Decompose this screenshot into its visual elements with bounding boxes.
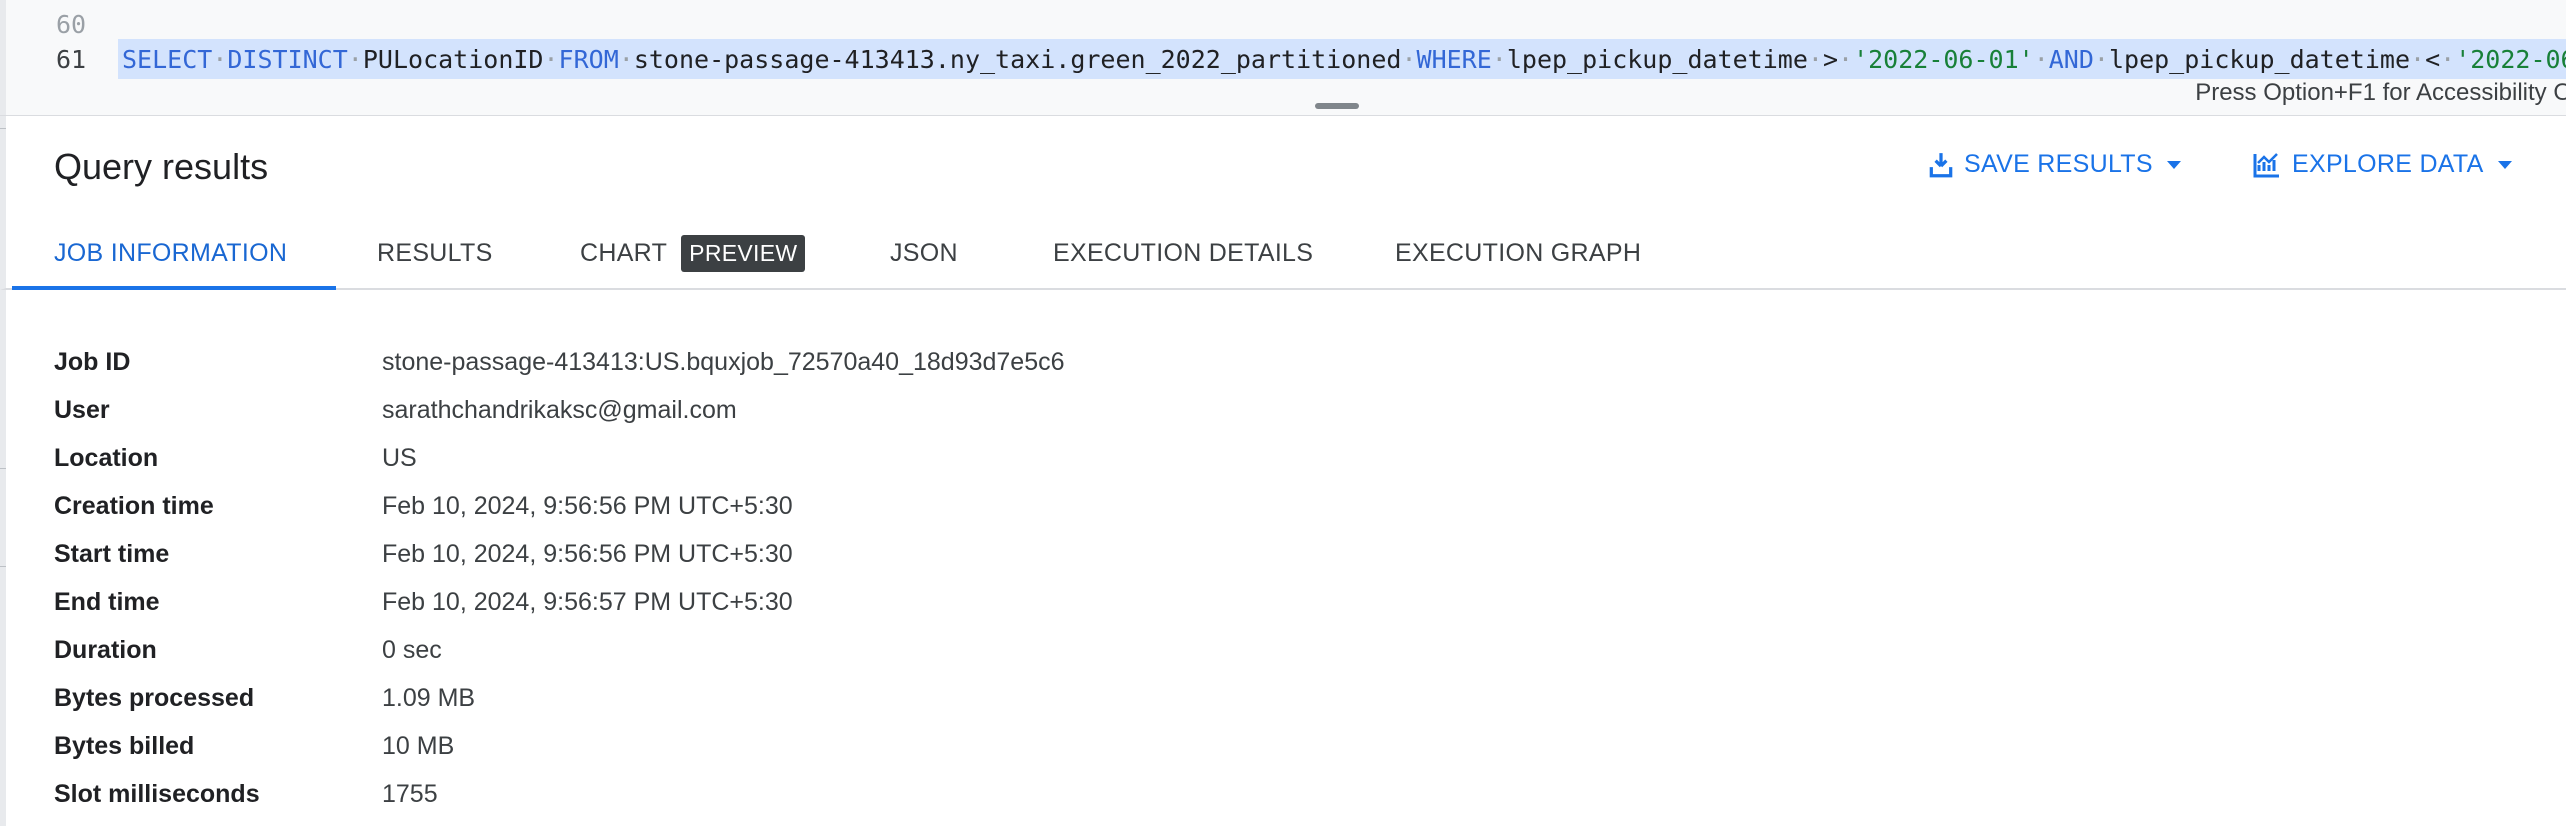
info-label: Location	[54, 443, 159, 472]
save-results-label: SAVE RESULTS	[1964, 150, 2153, 178]
tab-execution-details[interactable]: EXECUTION DETAILS	[1053, 216, 1313, 290]
sql-editor[interactable]: 60 61 SELECT · DISTINCT · PULocationID · FROM ·…	[0, 0, 2566, 115]
info-row-job-id: Job ID stone-passage-413413:US.bquxjob_7…	[54, 342, 1065, 382]
string-literal: '2022-06-30'	[2455, 44, 2566, 74]
operator: >	[1822, 44, 1838, 74]
selected-query-text[interactable]: SELECT · DISTINCT · PULocationID · FROM · stone-…	[118, 39, 2566, 79]
info-label: Duration	[54, 635, 157, 664]
query-results-header: Query results SAVE RESULTS EXPLORE DATA	[0, 116, 2566, 216]
job-information-panel: Job ID stone-passage-413413:US.bquxjob_7…	[0, 290, 2566, 826]
info-row-creation-time: Creation time Feb 10, 2024, 9:56:56 PM U…	[54, 486, 793, 526]
code-line-61[interactable]: 61 SELECT · DISTINCT · PULocationID · FROM · sto…	[6, 39, 2566, 79]
keyword-from: FROM	[558, 44, 619, 74]
keyword-where: WHERE	[1416, 44, 1492, 74]
info-row-duration: Duration 0 sec	[54, 630, 442, 670]
info-row-location: Location US	[54, 438, 417, 478]
info-label: Bytes processed	[54, 683, 255, 712]
save-results-button[interactable]: SAVE RESULTS	[1928, 150, 2185, 179]
info-value: 1755	[382, 779, 438, 808]
column-name: lpep_pickup_datetime	[2108, 44, 2410, 74]
keyword-select: SELECT	[122, 44, 213, 74]
info-row-user: User sarathchandrikaksc@gmail.com	[54, 390, 737, 430]
line-number: 61	[56, 44, 87, 74]
explore-data-button[interactable]: EXPLORE DATA	[2252, 150, 2516, 179]
caret-down-icon	[2494, 158, 2516, 172]
info-row-slot-milliseconds: Slot milliseconds 1755	[54, 774, 438, 814]
query-results-title: Query results	[54, 146, 269, 187]
table-name: stone-passage-413413.ny_taxi.green_2022_…	[633, 44, 1402, 74]
column-name: PULocationID	[362, 44, 544, 74]
info-value: sarathchandrikaksc@gmail.com	[382, 395, 737, 424]
info-row-start-time: Start time Feb 10, 2024, 9:56:56 PM UTC+…	[54, 534, 793, 574]
info-label: Creation time	[54, 491, 214, 520]
info-value: US	[382, 443, 417, 472]
info-value: Feb 10, 2024, 9:56:57 PM UTC+5:30	[382, 587, 793, 616]
info-value: stone-passage-413413:US.bquxjob_72570a40…	[382, 347, 1065, 376]
explore-data-label: EXPLORE DATA	[2292, 150, 2484, 178]
info-label: Slot milliseconds	[54, 779, 260, 808]
info-value: Feb 10, 2024, 9:56:56 PM UTC+5:30	[382, 539, 793, 568]
chart-icon	[2252, 151, 2282, 179]
tab-chart-label: CHART	[580, 238, 668, 267]
info-label: Start time	[54, 539, 170, 568]
preview-badge: PREVIEW	[681, 234, 806, 272]
tab-execution-graph[interactable]: EXECUTION GRAPH	[1395, 216, 1641, 290]
info-label: User	[54, 395, 110, 424]
keyword-distinct: DISTINCT	[227, 44, 348, 74]
resize-handle[interactable]	[1315, 103, 1359, 109]
column-name: lpep_pickup_datetime	[1506, 44, 1808, 74]
tab-results[interactable]: RESULTS	[377, 216, 493, 290]
info-label: Job ID	[54, 347, 131, 376]
info-value: 1.09 MB	[382, 683, 476, 712]
tab-chart[interactable]: CHART PREVIEW	[580, 216, 806, 290]
code-line-60: 60	[6, 4, 118, 44]
string-literal: '2022-06-01'	[1853, 44, 2034, 74]
info-row-bytes-processed: Bytes processed 1.09 MB	[54, 678, 475, 718]
accessibility-hint: Press Option+F1 for Accessibility O	[2195, 79, 2566, 106]
info-label: Bytes billed	[54, 731, 195, 760]
info-value: 0 sec	[382, 635, 442, 664]
keyword-and: AND	[2048, 44, 2094, 74]
download-icon	[1928, 151, 1954, 179]
info-row-end-time: End time Feb 10, 2024, 9:56:57 PM UTC+5:…	[54, 582, 793, 622]
info-label: End time	[54, 587, 160, 616]
results-tab-bar: JOB INFORMATION RESULTS CHART PREVIEW JS…	[0, 216, 2566, 290]
divider	[0, 128, 6, 129]
tab-json[interactable]: JSON	[890, 216, 958, 290]
info-value: Feb 10, 2024, 9:56:56 PM UTC+5:30	[382, 491, 793, 520]
line-number: 60	[56, 9, 87, 39]
operator: <	[2425, 44, 2441, 74]
info-row-bytes-billed: Bytes billed 10 MB	[54, 726, 454, 766]
caret-down-icon	[2163, 158, 2185, 172]
divider	[0, 566, 6, 567]
tab-job-information[interactable]: JOB INFORMATION	[54, 216, 287, 290]
info-value: 10 MB	[382, 731, 455, 760]
divider	[0, 468, 6, 469]
